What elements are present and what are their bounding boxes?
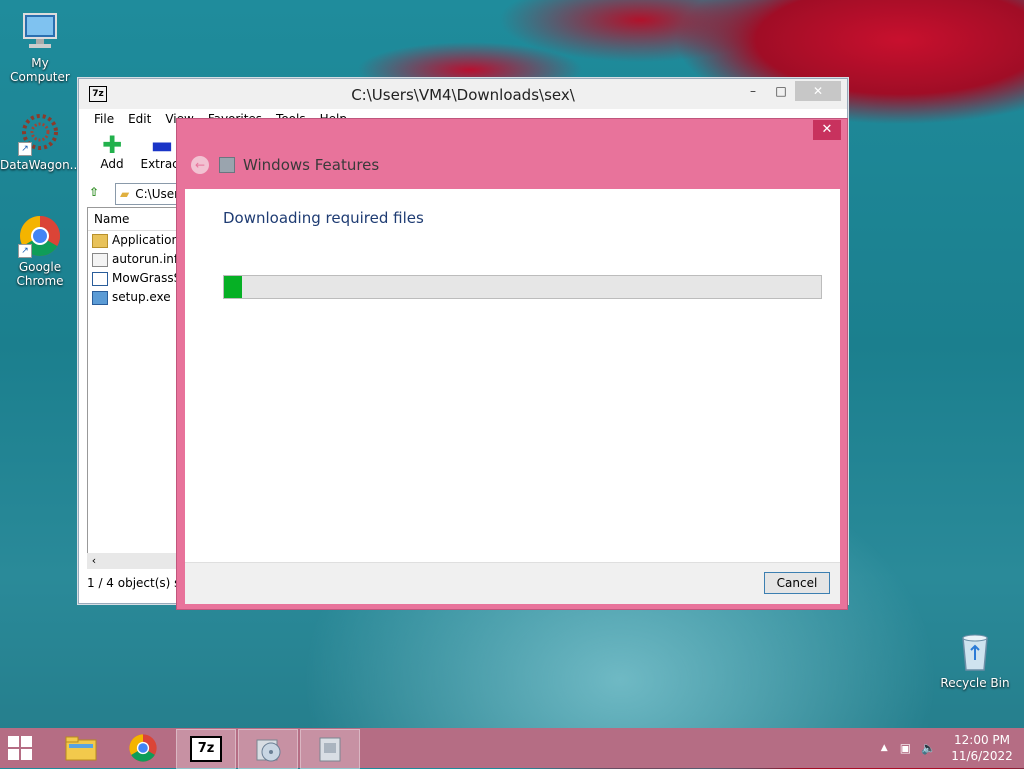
desktop-icon-datawagon[interactable]: ↗ DataWagon... (0, 112, 82, 172)
desktop-icon-label: My Computer (10, 56, 70, 84)
file-name: setup.exe (112, 290, 171, 304)
shortcut-arrow-icon: ↗ (18, 244, 32, 258)
list-item[interactable]: MowGrassSimulator (88, 269, 188, 288)
add-button[interactable]: ✚ Add (87, 129, 137, 181)
network-icon[interactable]: ▣ (900, 741, 911, 755)
file-explorer-icon (65, 736, 97, 761)
menu-file[interactable]: File (87, 109, 121, 129)
desktop-icon-label: Google Chrome (16, 260, 64, 288)
file-list[interactable]: Name Application Files autorun.inf MowGr… (87, 207, 189, 565)
desktop-icon-label: Recycle Bin (940, 676, 1010, 690)
horizontal-scrollbar[interactable]: ‹ (87, 553, 187, 569)
desktop-icon-my-computer[interactable]: My Computer (0, 10, 80, 84)
dialog-footer: Cancel (185, 562, 840, 604)
dialog-title: Windows Features (243, 156, 380, 174)
plus-icon: ✚ (101, 131, 123, 159)
windows-features-icon (219, 157, 235, 173)
list-item[interactable]: autorun.inf (88, 250, 188, 269)
installer-icon (256, 739, 281, 762)
cancel-button[interactable]: Cancel (764, 572, 830, 594)
progress-fill (224, 276, 242, 298)
volume-icon[interactable]: 🔈 (921, 741, 936, 755)
dialog-body: Downloading required files (185, 189, 840, 562)
chrome-icon (129, 734, 157, 762)
maximize-button[interactable]: □ (767, 81, 795, 101)
windows-logo-pane (8, 749, 19, 760)
back-arrow-icon[interactable]: ← (191, 156, 209, 174)
minimize-button[interactable]: – (739, 81, 767, 101)
taskbar-chrome[interactable] (114, 729, 172, 767)
clock-date: 11/6/2022 (951, 749, 1013, 763)
shortcut-file-icon (92, 271, 108, 286)
folder-icon: ▰ (120, 187, 130, 201)
progress-message: Downloading required files (223, 209, 424, 227)
system-tray: ▲ ▣ 🔈 12:00 PM 11/6/2022 (881, 728, 1024, 768)
taskbar: 7z ▲ ▣ 🔈 12:00 PM 11/6/2022 (0, 728, 1024, 769)
windows-logo-pane (8, 736, 19, 747)
desktop-icon-label: DataWagon... (0, 158, 82, 172)
column-header-name[interactable]: Name (88, 208, 188, 231)
up-folder-icon[interactable]: ⇧ (89, 185, 107, 203)
show-hidden-icons-icon[interactable]: ▲ (881, 743, 888, 753)
close-button[interactable]: ✕ (795, 81, 841, 101)
dialog-close-button[interactable]: ✕ (813, 120, 841, 140)
clock-time: 12:00 PM (954, 733, 1010, 747)
desktop-icon-recycle-bin[interactable]: Recycle Bin (935, 630, 1015, 690)
recycle-bin-icon (953, 630, 997, 674)
taskbar-windows-features[interactable] (300, 729, 360, 769)
windows-logo-pane (21, 749, 32, 760)
start-button[interactable] (8, 736, 32, 760)
add-button-label: Add (100, 157, 124, 171)
clock[interactable]: 12:00 PM 11/6/2022 (948, 732, 1016, 764)
window-title: C:\Users\VM4\Downloads\sex\ (351, 86, 575, 104)
list-item[interactable]: Application Files (88, 231, 188, 250)
window-titlebar[interactable]: 7z C:\Users\VM4\Downloads\sex\ – □ ✕ (79, 79, 847, 109)
folder-icon (92, 233, 108, 248)
shortcut-arrow-icon: ↗ (18, 142, 32, 156)
settings-file-icon (92, 252, 108, 267)
windows-features-icon (319, 737, 341, 762)
datawagon-icon: ↗ (18, 112, 62, 156)
taskbar-installer[interactable] (238, 729, 298, 769)
computer-icon (18, 10, 62, 54)
7zip-icon: 7z (190, 736, 222, 762)
windows-features-dialog[interactable]: ✕ ← Windows Features Downloading require… (176, 118, 848, 610)
windows-logo-pane (21, 736, 32, 747)
desktop-icon-google-chrome[interactable]: ↗ Google Chrome (0, 214, 80, 288)
chrome-icon: ↗ (18, 214, 62, 258)
list-item[interactable]: setup.exe (88, 288, 188, 307)
file-name: autorun.inf (112, 252, 179, 266)
menu-edit[interactable]: Edit (121, 109, 158, 129)
taskbar-file-explorer[interactable] (52, 729, 110, 767)
progress-bar (223, 275, 822, 299)
dialog-header: ← Windows Features (177, 141, 847, 189)
scroll-left-icon[interactable]: ‹ (87, 553, 101, 569)
exe-icon (92, 290, 108, 305)
taskbar-7zip[interactable]: 7z (176, 729, 236, 769)
